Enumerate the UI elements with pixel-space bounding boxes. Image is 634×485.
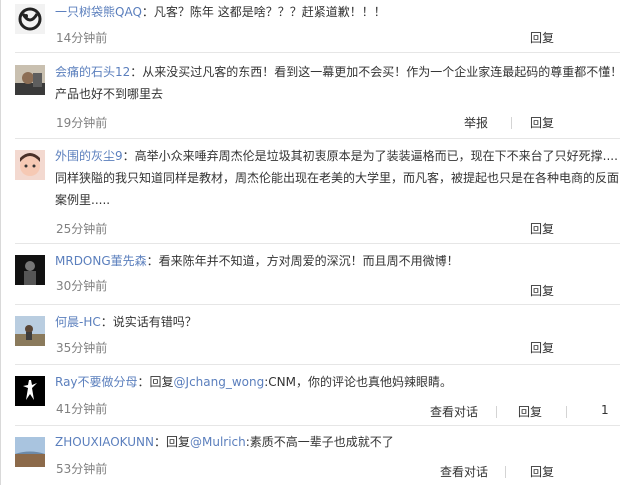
reply-button[interactable]: 回复: [530, 339, 554, 356]
divider: [15, 52, 620, 53]
divider: [15, 425, 620, 426]
comment-body: ZHOUXIAOKUNN：回复@Mulrich:素质不高一辈子也成就不了: [55, 431, 625, 453]
divider: [15, 304, 620, 305]
comment-text: ：高举小众来唾弃周杰伦是垃圾其初衷原本是为了装装逼格而已，现在下不来台了只好死撑…: [55, 149, 620, 207]
mention-link[interactable]: @Jchang_wong: [174, 375, 265, 389]
avatar[interactable]: [15, 255, 45, 285]
username-link[interactable]: ZHOUXIAOKUNN: [55, 435, 154, 449]
timestamp: 35分钟前: [56, 341, 108, 355]
comment-body: 外围的灰尘9：高举小众来唾弃周杰伦是垃圾其初衷原本是为了装装逼格而已，现在下不来…: [55, 145, 625, 211]
reply-button[interactable]: 回复: [530, 114, 554, 131]
avatar[interactable]: [15, 150, 45, 180]
username-link[interactable]: 外围的灰尘9: [55, 149, 123, 163]
comment-body: MRDONG董先森：看来陈年并不知道，方对周爱的深沉！而且周不用微博！: [55, 250, 625, 272]
username-link[interactable]: MRDONG董先森: [55, 254, 147, 268]
report-button[interactable]: 举报: [464, 114, 488, 131]
timestamp: 19分钟前: [56, 116, 108, 130]
timestamp: 14分钟前: [56, 31, 108, 45]
divider: [15, 243, 620, 244]
reply-button[interactable]: 回复: [530, 282, 554, 299]
separator: [505, 466, 506, 478]
reply-button[interactable]: 回复: [530, 220, 554, 237]
reply-prefix: ：回复: [153, 435, 190, 449]
comment-body: 会痛的石头12：从来没买过凡客的东西！看到这一幕更加不会买！作为一个企业家连最起…: [55, 61, 625, 105]
reply-button[interactable]: 回复: [530, 29, 554, 46]
separator: [566, 406, 567, 418]
comment-body: 何晨-HC：说实话有错吗？: [55, 311, 625, 333]
comment-text: ：凡客？陈年 这都是啥？？？赶紧道歉！！！: [141, 5, 386, 19]
reply-button[interactable]: 回复: [530, 463, 554, 480]
avatar[interactable]: [15, 376, 45, 406]
reply-button[interactable]: 回复: [518, 403, 542, 420]
comment-body: 一只树袋熊QAQ：凡客？陈年 这都是啥？？？赶紧道歉！！！: [55, 1, 625, 23]
separator: [511, 117, 512, 129]
comment-text: ：从来没买过凡客的东西！看到这一幕更加不会买！作为一个企业家连最起码的尊重都不懂…: [55, 65, 623, 101]
timestamp: 53分钟前: [56, 462, 108, 476]
like-count[interactable]: 1: [601, 403, 609, 417]
comment-text: ：说实话有错吗？: [100, 315, 197, 329]
divider: [15, 364, 620, 365]
timestamp: 30分钟前: [56, 279, 108, 293]
username-link[interactable]: 会痛的石头12: [55, 65, 130, 79]
avatar[interactable]: [15, 437, 45, 467]
comment-body: Ray不要做分母：回复@Jchang_wong:CNM，你的评论也真他妈辣眼睛。: [55, 371, 625, 393]
comment-text: ：看来陈年并不知道，方对周爱的深沉！而且周不用微博！: [146, 254, 459, 268]
avatar[interactable]: [15, 316, 45, 346]
view-conversation-button[interactable]: 查看对话: [430, 403, 478, 420]
timestamp: 41分钟前: [56, 402, 108, 416]
reply-prefix: ：回复: [137, 375, 174, 389]
comment-text: :素质不高一辈子也成就不了: [245, 435, 394, 449]
divider: [15, 138, 620, 139]
view-conversation-button[interactable]: 查看对话: [440, 463, 488, 480]
left-border: [0, 0, 1, 485]
comment-text: :CNM，你的评论也真他妈辣眼睛。: [264, 375, 453, 389]
mention-link[interactable]: @Mulrich: [190, 435, 246, 449]
avatar[interactable]: [15, 65, 45, 95]
timestamp: 25分钟前: [56, 222, 108, 236]
separator: [496, 406, 497, 418]
username-link[interactable]: 何晨-HC: [55, 315, 101, 329]
avatar[interactable]: [15, 4, 45, 34]
username-link[interactable]: 一只树袋熊QAQ: [55, 5, 142, 19]
username-link[interactable]: Ray不要做分母: [55, 375, 138, 389]
